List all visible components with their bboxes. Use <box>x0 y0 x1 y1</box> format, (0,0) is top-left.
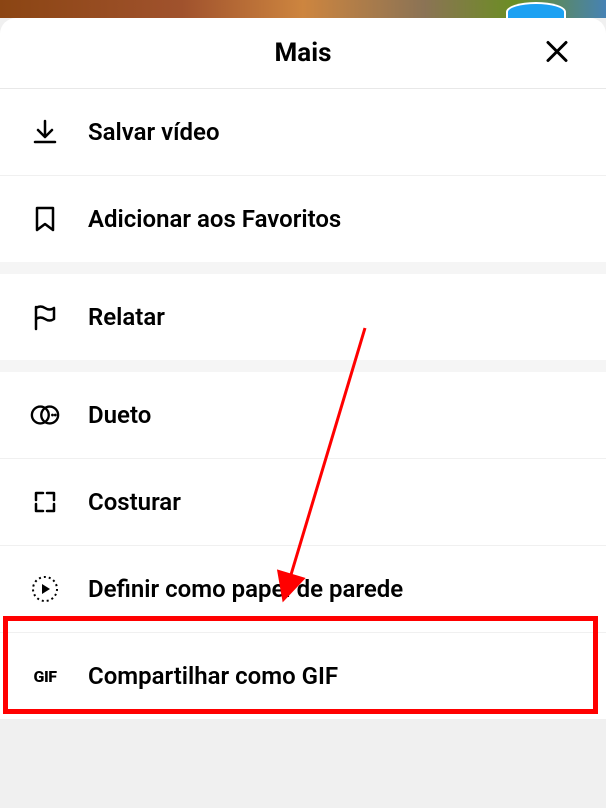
stitch-label: Costurar <box>88 488 181 516</box>
add-favorites-label: Adicionar aos Favoritos <box>88 205 341 233</box>
close-icon <box>546 41 568 66</box>
report-label: Relatar <box>88 303 165 331</box>
sheet-header: Mais <box>0 18 606 89</box>
add-favorites-item[interactable]: Adicionar aos Favoritos <box>0 176 606 262</box>
save-video-item[interactable]: Salvar vídeo <box>0 89 606 176</box>
stitch-icon <box>30 487 60 517</box>
set-wallpaper-item[interactable]: Definir como papel de parede <box>0 546 606 633</box>
flag-icon <box>30 302 60 332</box>
stitch-item[interactable]: Costurar <box>0 459 606 546</box>
sheet-title: Mais <box>275 38 332 68</box>
wallpaper-icon <box>30 574 60 604</box>
close-button[interactable] <box>538 33 576 74</box>
more-options-sheet: Mais Salvar vídeo Adiciona <box>0 18 606 719</box>
duet-item[interactable]: Dueto <box>0 372 606 459</box>
report-item[interactable]: Relatar <box>0 274 606 360</box>
set-wallpaper-label: Definir como papel de parede <box>88 575 403 603</box>
gif-icon: GIF <box>30 661 60 691</box>
share-gif-item[interactable]: GIF Compartilhar como GIF <box>0 633 606 719</box>
background-preview <box>0 0 606 18</box>
share-gif-label: Compartilhar como GIF <box>88 662 338 690</box>
download-icon <box>30 117 60 147</box>
section-divider <box>0 360 606 372</box>
section-divider <box>0 262 606 274</box>
save-video-label: Salvar vídeo <box>88 118 220 146</box>
duet-label: Dueto <box>88 401 151 429</box>
bookmark-icon <box>30 204 60 234</box>
duet-icon <box>30 400 60 430</box>
